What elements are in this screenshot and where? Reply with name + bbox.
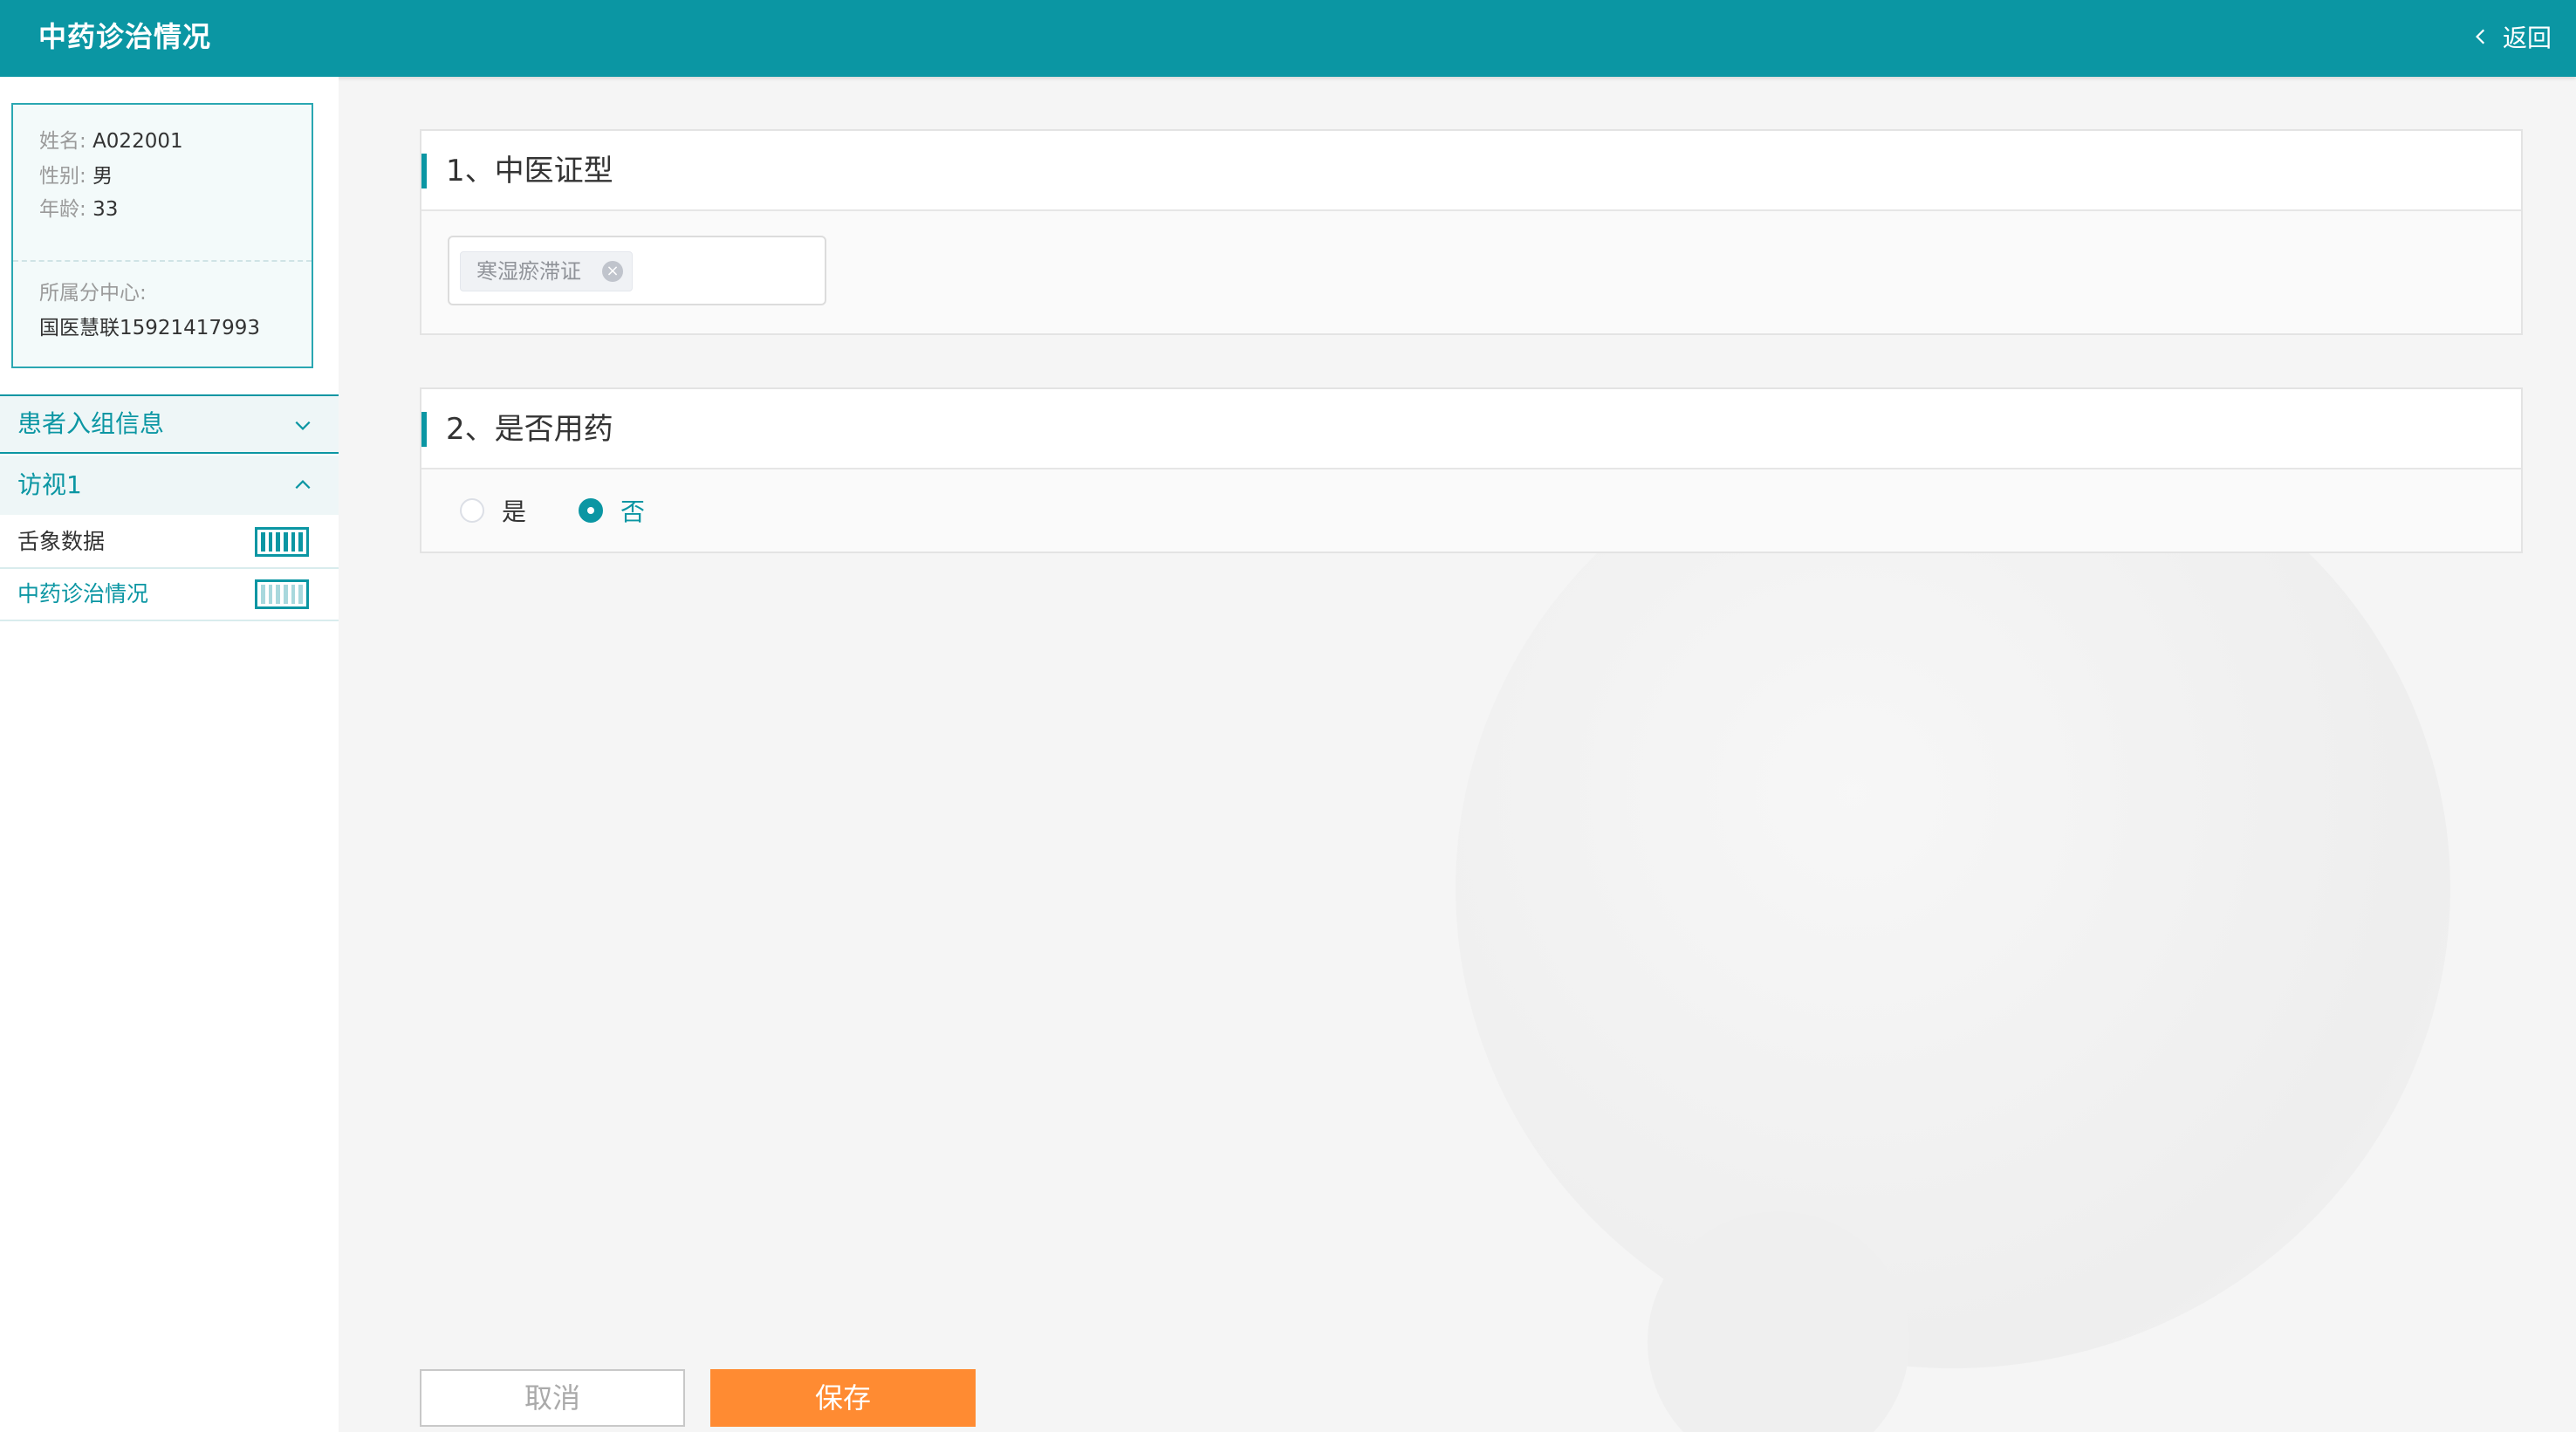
sidebar: 姓名: A022001 性别: 男 年龄: 33 所属分中心: 国医慧联1592…: [0, 77, 339, 1432]
patient-age-label: 年龄:: [39, 198, 86, 221]
patient-gender: 男: [92, 165, 113, 188]
radio-checked-icon: [579, 498, 603, 523]
patient-center-row: 国医慧联15921417993: [39, 314, 260, 342]
radio-label: 是: [502, 497, 527, 526]
nav-item-tcm-treatment[interactable]: 中药诊治情况: [0, 569, 339, 621]
header-accent-bar: [421, 412, 427, 447]
question-header: 1、中医证型: [421, 131, 2521, 211]
progress-segment: [298, 532, 304, 552]
nav-item-tongue-data[interactable]: 舌象数据: [0, 517, 339, 569]
save-button[interactable]: 保存: [710, 1369, 976, 1427]
radio-circle-icon: [460, 498, 484, 523]
question-header: 2、是否用药: [421, 389, 2521, 469]
patient-name-row: 姓名: A022001: [39, 127, 183, 155]
radio-label: 否: [620, 497, 646, 526]
radio-yes[interactable]: 是: [460, 493, 526, 528]
back-button[interactable]: 返回: [2471, 17, 2552, 56]
patient-gender-label: 性别:: [39, 165, 86, 188]
page-title: 中药诊治情况: [38, 20, 212, 53]
question-body: 寒湿瘀滞证 ×: [421, 211, 2521, 333]
radio-no[interactable]: 否: [579, 493, 645, 528]
patient-age: 33: [92, 198, 119, 221]
nav-visit-label: 访视1: [17, 470, 82, 499]
progress-segment: [298, 585, 304, 604]
question-title: 2、是否用药: [446, 412, 613, 447]
progress-segment: [284, 532, 288, 552]
question-card-medication: 2、是否用药 是 否: [420, 387, 2523, 553]
close-icon[interactable]: ×: [602, 261, 623, 282]
nav-item-label: 舌象数据: [17, 529, 106, 554]
progress-full-icon: [255, 527, 309, 557]
patient-center-label-row: 所属分中心:: [39, 279, 147, 307]
cancel-button[interactable]: 取消: [420, 1369, 685, 1427]
patient-info-card: 姓名: A022001 性别: 男 年龄: 33 所属分中心: 国医慧联1592…: [11, 103, 313, 368]
main-content: 1、中医证型 寒湿瘀滞证 × 2、是否用药 是 否 取消 保存: [339, 77, 2576, 1432]
progress-segment: [276, 585, 281, 604]
question-body: 是 否: [421, 469, 2521, 552]
chevron-down-icon: [295, 421, 311, 430]
progress-segment: [261, 585, 265, 604]
syndrome-multiselect[interactable]: 寒湿瘀滞证 ×: [448, 236, 826, 305]
progress-empty-icon: [255, 579, 309, 609]
header-accent-bar: [421, 154, 427, 188]
nav-section-label: 患者入组信息: [17, 409, 165, 438]
chevron-left-icon: [2476, 29, 2485, 45]
top-bar: 中药诊治情况 返回: [0, 0, 2576, 77]
patient-name-label: 姓名:: [39, 130, 86, 153]
progress-segment: [261, 532, 265, 552]
progress-segment: [268, 532, 273, 552]
nav-visit-1[interactable]: 访视1: [0, 456, 339, 515]
question-title: 1、中医证型: [446, 154, 613, 188]
patient-center-label: 所属分中心:: [39, 282, 147, 305]
progress-segment: [291, 532, 296, 552]
progress-segment: [268, 585, 273, 604]
back-label: 返回: [2502, 24, 2552, 52]
tag-label: 寒湿瘀滞证: [476, 259, 581, 284]
question-card-tcm-syndrome: 1、中医证型 寒湿瘀滞证 ×: [420, 129, 2523, 335]
patient-gender-row: 性别: 男: [39, 162, 113, 190]
nav-section-enrollment[interactable]: 患者入组信息: [0, 394, 339, 454]
selected-tag: 寒湿瘀滞证 ×: [460, 251, 633, 291]
nav-item-label: 中药诊治情况: [17, 581, 149, 606]
progress-segment: [276, 532, 281, 552]
card-divider: [13, 260, 312, 262]
progress-segment: [291, 585, 296, 604]
patient-age-row: 年龄: 33: [39, 195, 118, 223]
patient-center: 国医慧联15921417993: [39, 317, 260, 339]
chevron-up-icon: [295, 480, 311, 490]
progress-segment: [284, 585, 288, 604]
patient-name: A022001: [92, 130, 183, 153]
